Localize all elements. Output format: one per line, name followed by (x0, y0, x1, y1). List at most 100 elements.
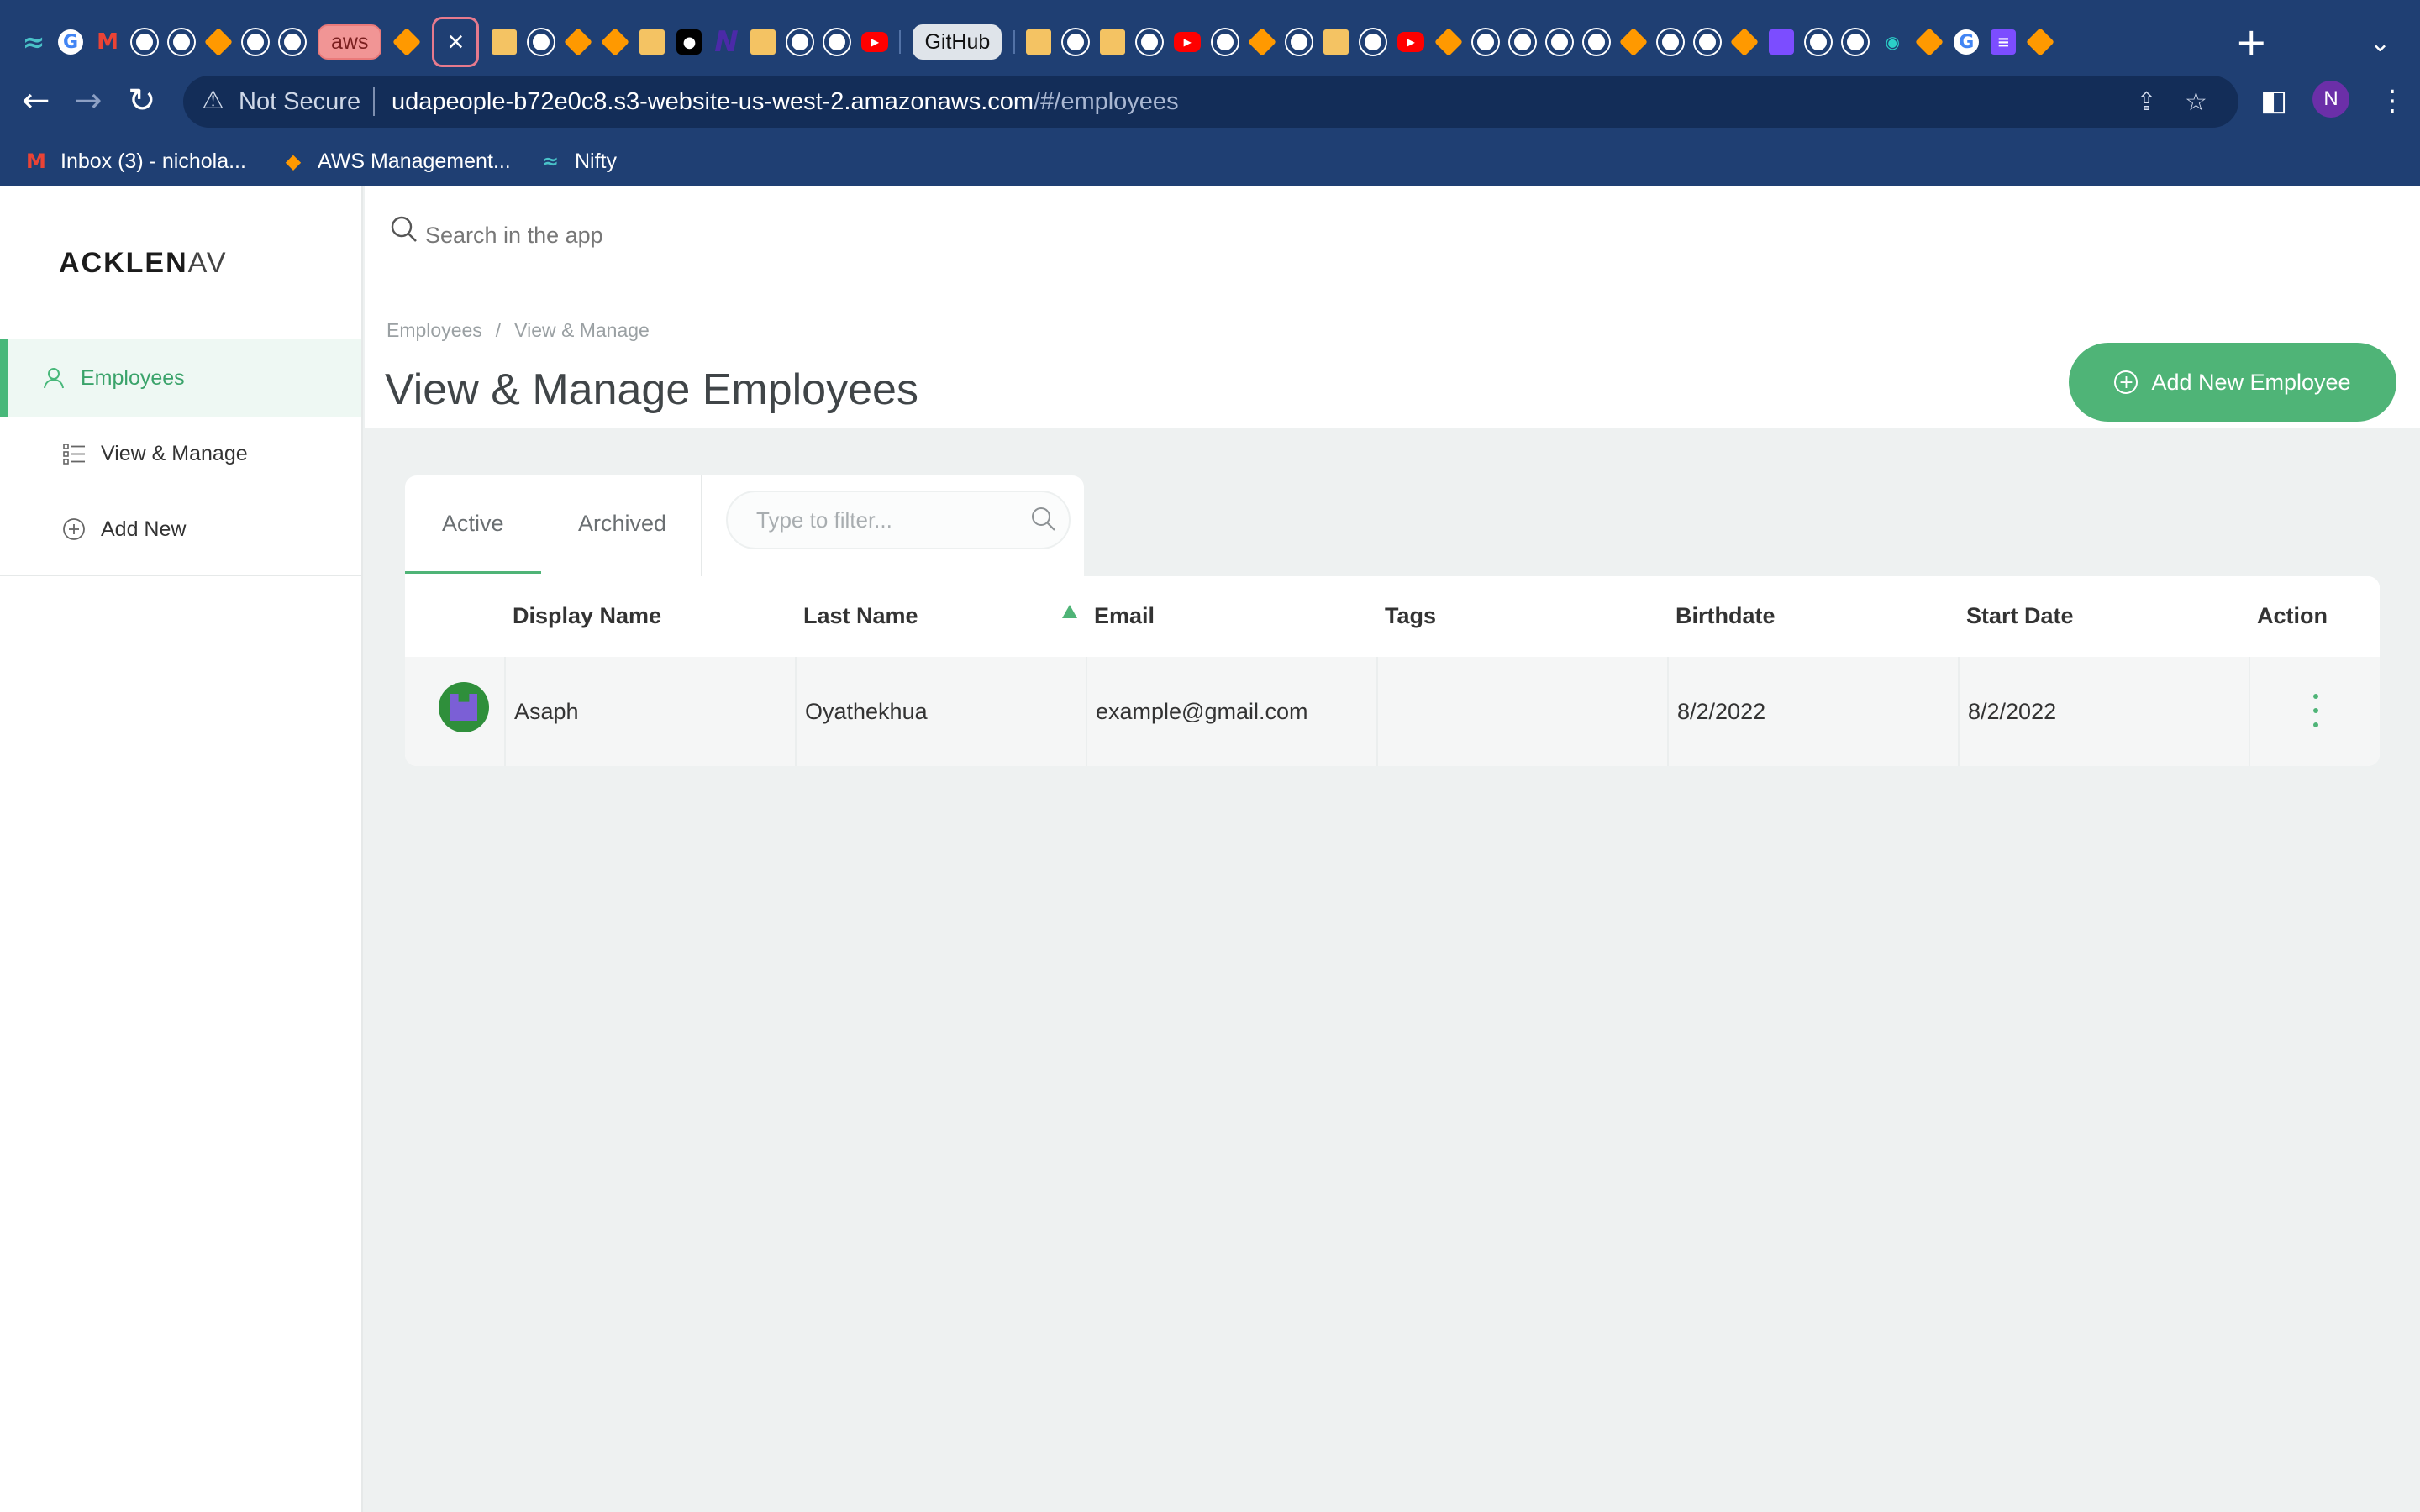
aws-tab-icon[interactable] (1619, 28, 1649, 56)
search-icon[interactable] (1030, 506, 1057, 539)
bookmark-inbox[interactable]: M Inbox (3) - nichola... (24, 144, 246, 178)
aws-tab-icon[interactable] (1434, 28, 1464, 56)
bookmark-label: Nifty (575, 149, 617, 173)
list-tab-icon[interactable]: ≡ (1991, 29, 2017, 55)
globe-tab-icon[interactable] (1213, 29, 1239, 55)
side-panel-icon[interactable]: ◧ (2260, 84, 2287, 118)
globe-tab-icon[interactable] (280, 29, 305, 55)
globe-tab-icon[interactable] (1584, 29, 1610, 55)
globe-tab-icon[interactable] (787, 29, 813, 55)
filter-input[interactable] (726, 491, 1071, 549)
globe-tab-icon[interactable] (1063, 29, 1089, 55)
bookmark-star-icon[interactable]: ☆ (2185, 87, 2207, 117)
box-tab-icon[interactable] (639, 29, 666, 55)
globe-tab-icon[interactable] (1806, 29, 1832, 55)
youtube-tab-icon[interactable]: ▶ (861, 32, 889, 52)
main-content: Active Archived Display Name Last Name E… (365, 428, 2420, 1512)
table-row[interactable]: Asaph Oyathekhua example@gmail.com 8/2/2… (405, 657, 2380, 766)
medium-tab-icon[interactable]: ● (676, 29, 702, 55)
globe-tab-icon[interactable] (1137, 29, 1163, 55)
tab-active[interactable]: Active (442, 511, 504, 537)
box-tab-icon[interactable] (1323, 29, 1349, 55)
employees-table: Display Name Last Name Email Tags Birthd… (405, 576, 2380, 766)
globe-tab-icon[interactable] (1286, 29, 1313, 55)
globe-tab-icon[interactable] (529, 29, 555, 55)
sidebar-item-employees[interactable]: Employees (0, 339, 361, 417)
aws-tab-icon[interactable] (2026, 28, 2055, 56)
tab-search-chevron-icon[interactable]: ⌄ (2370, 29, 2391, 58)
breadcrumb-separator: / (495, 319, 502, 341)
company-logo[interactable]: ACKLENAV (59, 247, 228, 280)
sidebar-item-label: Employees (81, 365, 185, 390)
column-header-display-name[interactable]: Display Name (513, 603, 661, 629)
app-search-input[interactable] (425, 217, 1181, 254)
sort-ascending-icon[interactable] (1062, 605, 1077, 618)
warning-icon[interactable]: ⚠ (202, 86, 224, 115)
sidebar-item-view-manage[interactable]: View & Manage (0, 415, 361, 492)
back-arrow-icon[interactable]: ← (22, 84, 50, 118)
bookmark-nifty[interactable]: ≈ Nifty (538, 144, 617, 178)
globe-tab-icon[interactable] (243, 29, 268, 55)
globe-tab-icon[interactable] (1547, 29, 1573, 55)
security-status[interactable]: Not Secure (239, 88, 360, 116)
menu-kebab-icon[interactable]: ⋮ (2378, 84, 2407, 118)
globe-tab-icon[interactable] (1695, 29, 1721, 55)
tab-github-group-chip[interactable]: GitHub (913, 24, 1002, 60)
aws-tab-icon[interactable] (564, 28, 593, 56)
column-header-tags[interactable]: Tags (1385, 603, 1436, 629)
box-tab-icon[interactable] (492, 29, 518, 55)
tab-archived[interactable]: Archived (578, 511, 666, 537)
breadcrumb-employees[interactable]: Employees (387, 319, 482, 341)
app-tab-icon[interactable] (1769, 29, 1795, 55)
column-header-email[interactable]: Email (1094, 603, 1155, 629)
tab-aws-group-chip[interactable]: aws (318, 24, 382, 60)
column-header-last-name[interactable]: Last Name (803, 603, 918, 629)
column-header-birthdate[interactable]: Birthdate (1676, 603, 1776, 629)
cell-birthdate: 8/2/2022 (1667, 657, 1958, 766)
active-tab-indicator (405, 571, 541, 574)
globe-tab-icon[interactable] (1510, 29, 1536, 55)
globe-tab-icon[interactable] (1360, 29, 1386, 55)
nifty-tab-icon[interactable]: ≈ (21, 26, 46, 58)
tab-separator (899, 30, 902, 54)
box-tab-icon[interactable] (1026, 29, 1052, 55)
forward-arrow-icon[interactable]: → (74, 84, 103, 118)
close-icon[interactable]: × (448, 26, 465, 59)
youtube-tab-icon[interactable]: ▶ (1174, 32, 1202, 52)
gmail-tab-icon[interactable]: M (95, 29, 120, 55)
aws-tab-icon[interactable] (204, 28, 233, 56)
url-text[interactable]: udapeople-b72e0c8.s3-website-us-west-2.a… (392, 88, 1179, 116)
globe-tab-icon[interactable] (132, 29, 157, 55)
aws-tab-icon[interactable] (1730, 28, 1760, 56)
box-tab-icon[interactable] (1100, 29, 1126, 55)
new-tab-button[interactable]: + (2235, 23, 2268, 61)
row-actions-kebab-icon[interactable] (2307, 694, 2324, 727)
share-icon[interactable]: ⇪ (2136, 87, 2157, 117)
aws-tab-icon[interactable] (392, 28, 422, 56)
google-tab-icon[interactable]: G (1954, 29, 1980, 55)
active-tab-close-button[interactable]: × (432, 17, 480, 67)
app-search-bar (365, 186, 2420, 289)
reload-icon[interactable]: ↻ (128, 84, 156, 118)
aws-icon: ◆ (285, 150, 302, 173)
eye-tab-icon[interactable]: ◉ (1880, 29, 1905, 55)
globe-tab-icon[interactable] (1843, 29, 1869, 55)
globe-tab-icon[interactable] (1658, 29, 1684, 55)
globe-tab-icon[interactable] (824, 29, 850, 55)
bookmark-aws-management[interactable]: ◆ AWS Management... (281, 144, 511, 178)
n-tab-icon[interactable]: N (713, 25, 739, 59)
sidebar-item-add-new[interactable]: Add New (0, 491, 361, 568)
column-header-start-date[interactable]: Start Date (1966, 603, 2074, 629)
url-host: udapeople-b72e0c8.s3-website-us-west-2.a… (392, 88, 1034, 115)
box-tab-icon[interactable] (750, 29, 776, 55)
aws-tab-icon[interactable] (1915, 28, 1944, 56)
aws-tab-icon[interactable] (601, 28, 630, 56)
aws-tab-icon[interactable] (1248, 28, 1277, 56)
profile-avatar[interactable]: N (2312, 81, 2349, 118)
add-new-employee-button[interactable]: + Add New Employee (2069, 343, 2396, 422)
address-bar[interactable]: ⚠ Not Secure udapeople-b72e0c8.s3-websit… (183, 76, 2238, 128)
google-tab-icon[interactable]: G (58, 29, 83, 55)
youtube-tab-icon[interactable]: ▶ (1397, 32, 1425, 52)
globe-tab-icon[interactable] (1473, 29, 1499, 55)
globe-tab-icon[interactable] (169, 29, 194, 55)
